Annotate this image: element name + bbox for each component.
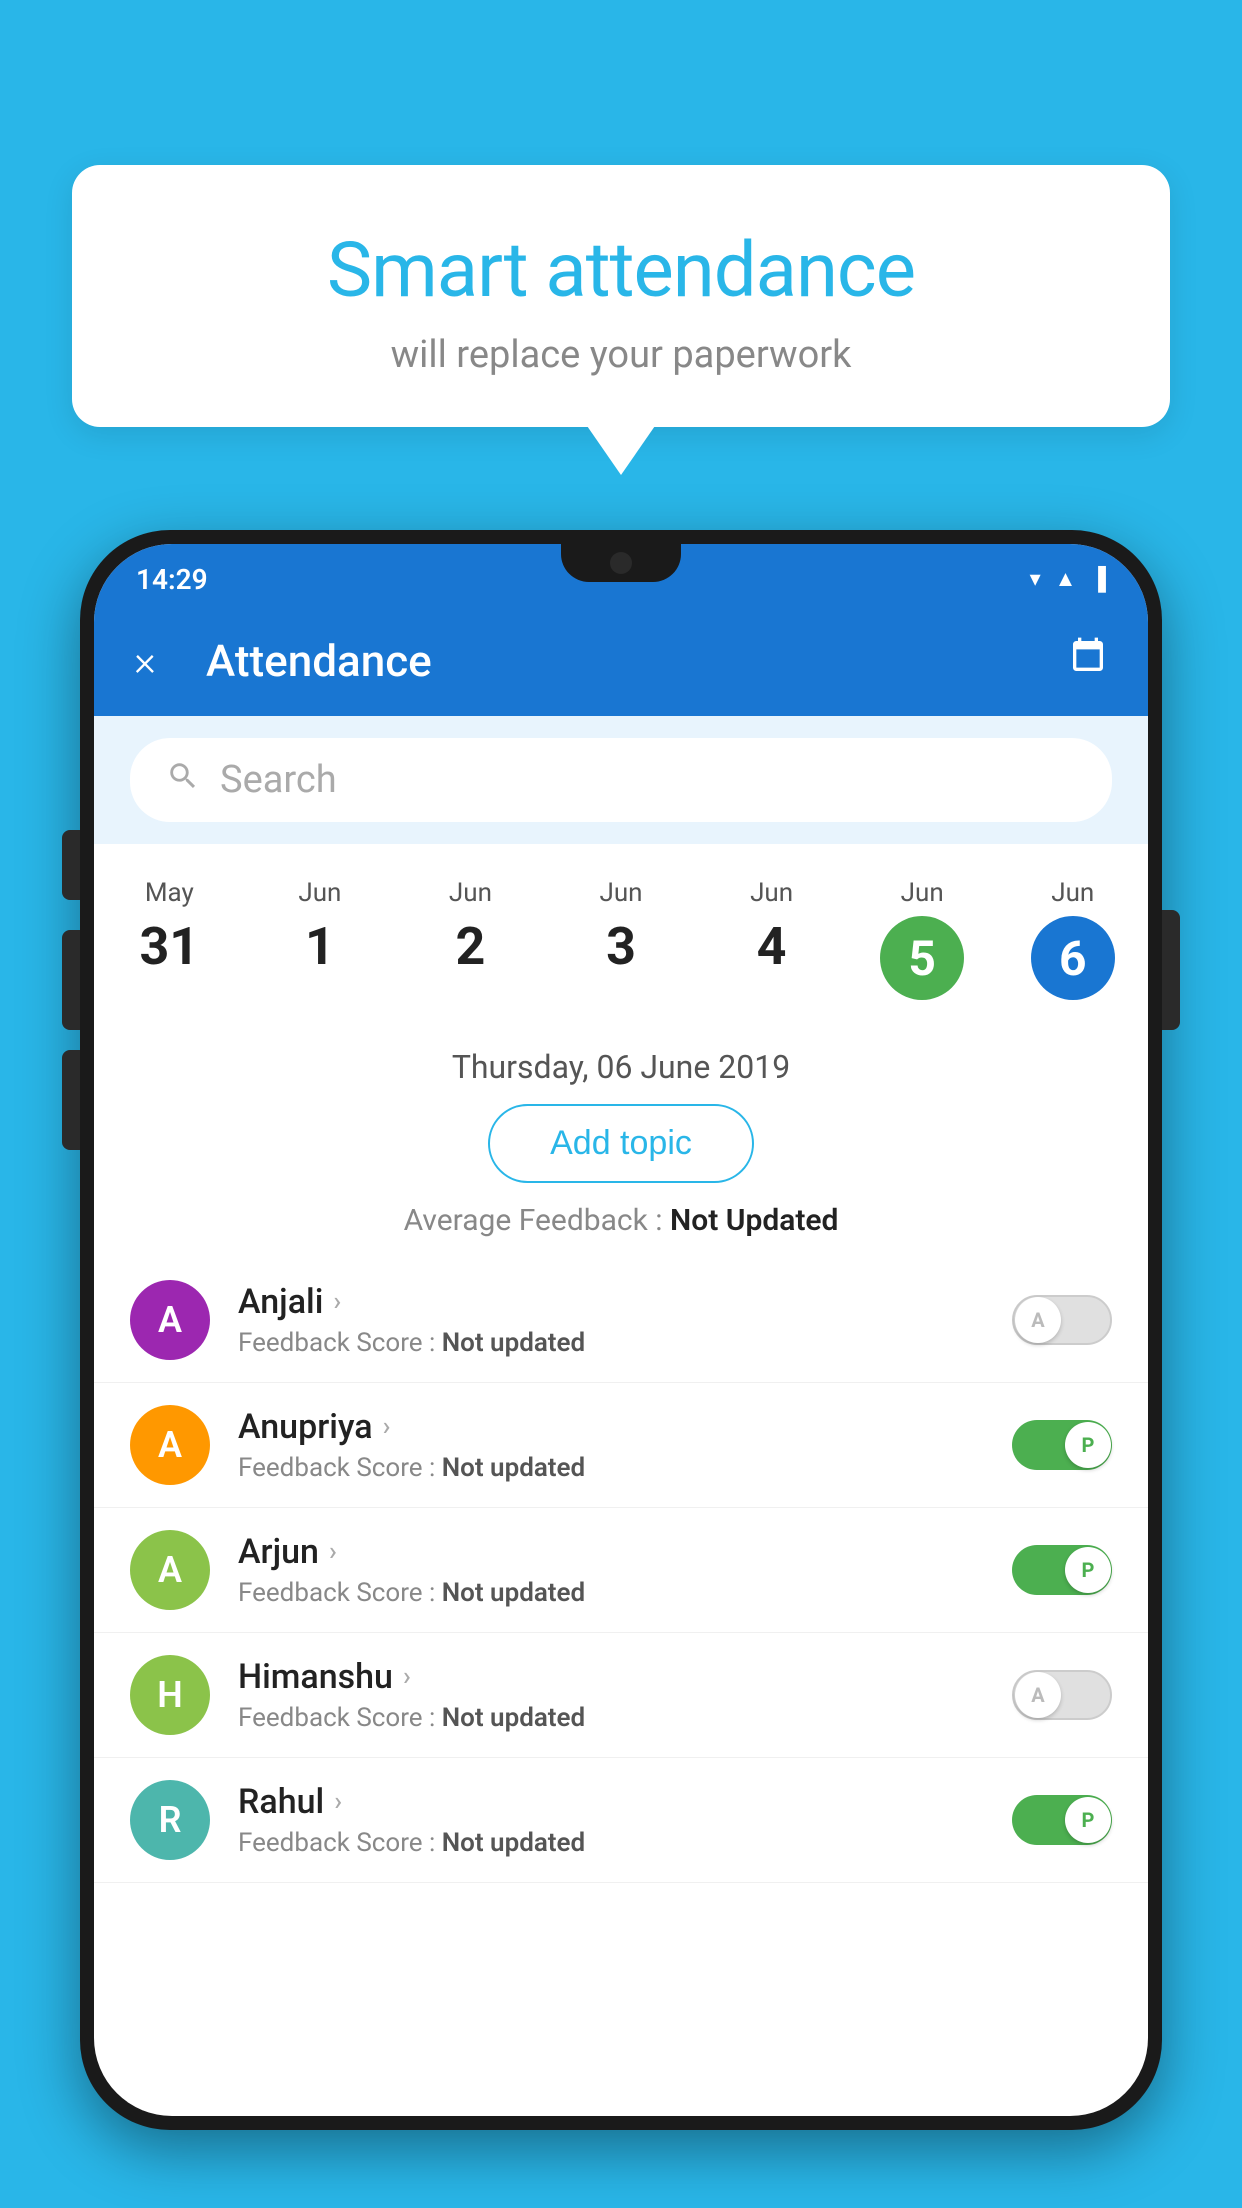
silent-button — [62, 1050, 80, 1150]
student-list: AAnjali ›Feedback Score : Not updatedAAA… — [94, 1258, 1148, 1883]
speech-bubble: Smart attendance will replace your paper… — [72, 165, 1170, 427]
date-col[interactable]: Jun 6 — [997, 864, 1148, 1014]
battery-icon: ▐ — [1090, 566, 1106, 592]
app-title: Attendance — [206, 635, 1068, 687]
student-feedback: Feedback Score : Not updated — [238, 1578, 984, 1608]
avatar: R — [130, 1780, 210, 1860]
student-feedback: Feedback Score : Not updated — [238, 1453, 984, 1483]
attendance-toggle[interactable]: A — [1012, 1670, 1112, 1720]
avg-feedback-value: Not Updated — [670, 1203, 838, 1238]
avatar: H — [130, 1655, 210, 1735]
avatar: A — [130, 1405, 210, 1485]
date-day-active: 5 — [880, 916, 964, 1000]
attendance-toggle[interactable]: P — [1012, 1795, 1112, 1845]
date-day-active: 6 — [1031, 916, 1115, 1000]
avatar: A — [130, 1530, 210, 1610]
date-col[interactable]: Jun 3 — [546, 864, 697, 991]
toggle-knob: P — [1065, 1547, 1111, 1593]
volume-down-button — [62, 930, 80, 1030]
phone-notch — [561, 544, 681, 582]
student-name: Rahul › — [238, 1782, 984, 1822]
date-col[interactable]: Jun 5 — [847, 864, 998, 1014]
chevron-icon: › — [329, 1537, 337, 1567]
phone-frame: 14:29 ▾ ▲ ▐ × Attendance — [80, 530, 1162, 2130]
feedback-value: Not updated — [442, 1703, 585, 1733]
student-name: Himanshu › — [238, 1657, 984, 1697]
date-month: Jun — [449, 878, 492, 908]
chevron-icon: › — [333, 1287, 341, 1317]
date-col[interactable]: May 31 — [94, 864, 245, 991]
feedback-value: Not updated — [442, 1828, 585, 1858]
power-button — [1162, 910, 1180, 1030]
date-month: Jun — [901, 878, 944, 908]
avg-feedback: Average Feedback : Not Updated — [94, 1203, 1148, 1238]
student-feedback: Feedback Score : Not updated — [238, 1828, 984, 1858]
chevron-icon: › — [383, 1412, 391, 1442]
volume-up-button — [62, 830, 80, 900]
toggle-knob: P — [1065, 1422, 1111, 1468]
search-icon — [166, 759, 200, 802]
table-row[interactable]: H Himanshu › Feedback Score : Not updated A — [94, 1633, 1148, 1758]
feedback-value: Not updated — [442, 1578, 585, 1608]
student-feedback: Feedback Score : Not updated — [238, 1703, 984, 1733]
wifi-icon: ▾ — [1030, 567, 1041, 592]
student-name: Arjun › — [238, 1532, 984, 1572]
date-day: 4 — [757, 916, 787, 977]
camera — [610, 552, 632, 574]
feedback-value: Not updated — [442, 1328, 585, 1358]
close-button[interactable]: × — [134, 637, 156, 686]
date-day: 2 — [456, 916, 486, 977]
date-month: May — [145, 878, 194, 908]
student-info: Himanshu › Feedback Score : Not updated — [238, 1657, 984, 1733]
status-time: 14:29 — [136, 563, 208, 596]
student-name: Anupriya › — [238, 1407, 984, 1447]
phone-screen: 14:29 ▾ ▲ ▐ × Attendance — [94, 544, 1148, 2116]
speech-bubble-title: Smart attendance — [142, 225, 1100, 315]
student-info: Rahul › Feedback Score : Not updated — [238, 1782, 984, 1858]
calendar-icon[interactable] — [1068, 636, 1108, 686]
student-info: Anjali › Feedback Score : Not updated — [238, 1282, 984, 1358]
table-row[interactable]: A Anjali › Feedback Score : Not updated A — [94, 1258, 1148, 1383]
status-icons: ▾ ▲ ▐ — [1030, 566, 1106, 592]
speech-bubble-subtitle: will replace your paperwork — [142, 333, 1100, 377]
attendance-toggle[interactable]: A — [1012, 1295, 1112, 1345]
date-day: 31 — [139, 916, 199, 977]
avatar: A — [130, 1280, 210, 1360]
selected-date-label: Thursday, 06 June 2019 — [94, 1024, 1148, 1104]
avg-feedback-label: Average Feedback : — [404, 1203, 663, 1238]
search-bar[interactable]: Search — [130, 738, 1112, 822]
date-month: Jun — [1051, 878, 1094, 908]
date-strip: May 31 Jun 1 Jun 2 Jun 3 Jun 4 Jun 5 Jun 6 — [94, 844, 1148, 1024]
toggle-knob: A — [1015, 1672, 1061, 1718]
date-col[interactable]: Jun 1 — [245, 864, 396, 991]
signal-icon: ▲ — [1055, 566, 1077, 592]
date-month: Jun — [750, 878, 793, 908]
date-month: Jun — [600, 878, 643, 908]
table-row[interactable]: A Arjun › Feedback Score : Not updated P — [94, 1508, 1148, 1633]
search-placeholder: Search — [220, 758, 337, 802]
date-col[interactable]: Jun 4 — [696, 864, 847, 991]
phone-wrapper: 14:29 ▾ ▲ ▐ × Attendance — [80, 530, 1162, 2208]
student-info: Arjun › Feedback Score : Not updated — [238, 1532, 984, 1608]
feedback-value: Not updated — [442, 1453, 585, 1483]
student-feedback: Feedback Score : Not updated — [238, 1328, 984, 1358]
date-day: 1 — [305, 916, 335, 977]
app-bar: × Attendance — [94, 606, 1148, 716]
table-row[interactable]: R Rahul › Feedback Score : Not updated P — [94, 1758, 1148, 1883]
toggle-knob: A — [1015, 1297, 1061, 1343]
student-info: Anupriya › Feedback Score : Not updated — [238, 1407, 984, 1483]
date-col[interactable]: Jun 2 — [395, 864, 546, 991]
attendance-toggle[interactable]: P — [1012, 1545, 1112, 1595]
add-topic-button[interactable]: Add topic — [488, 1104, 754, 1183]
chevron-icon: › — [334, 1787, 342, 1817]
search-container: Search — [94, 716, 1148, 844]
student-name: Anjali › — [238, 1282, 984, 1322]
table-row[interactable]: A Anupriya › Feedback Score : Not updated P — [94, 1383, 1148, 1508]
date-month: Jun — [298, 878, 341, 908]
date-day: 3 — [606, 916, 636, 977]
chevron-icon: › — [403, 1662, 411, 1692]
toggle-knob: P — [1065, 1797, 1111, 1843]
attendance-toggle[interactable]: P — [1012, 1420, 1112, 1470]
